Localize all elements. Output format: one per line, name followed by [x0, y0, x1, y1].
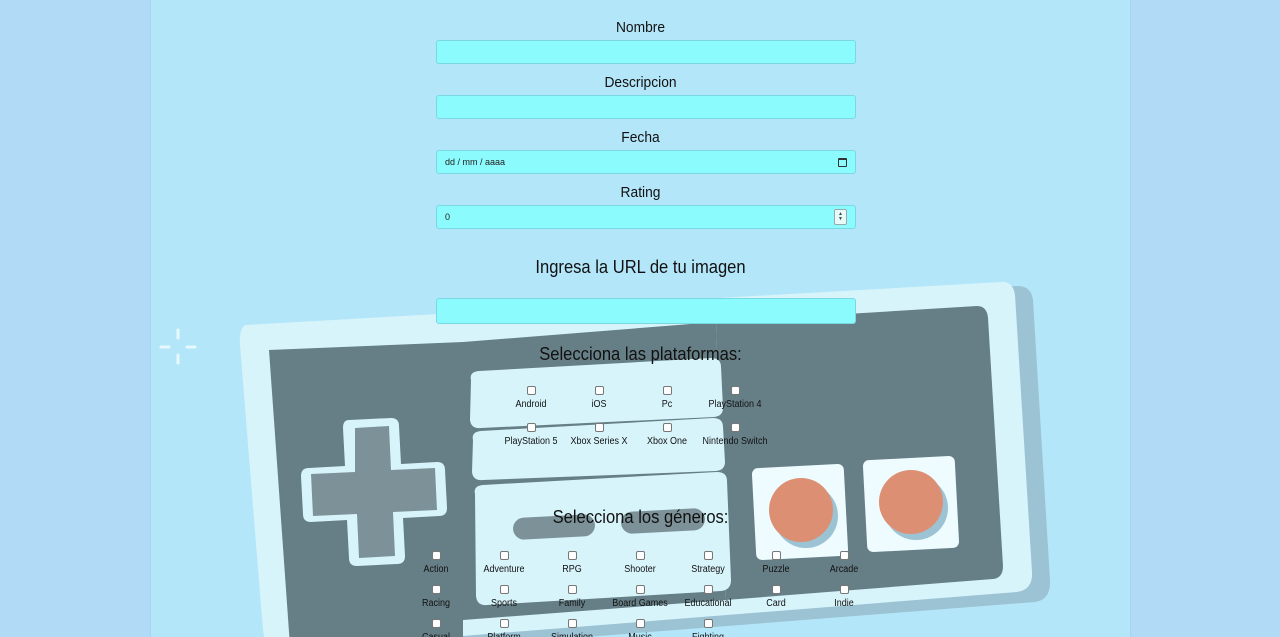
genre-option-indie: Indie	[799, 585, 889, 609]
genre-checkbox-shooter[interactable]	[635, 551, 645, 560]
genre-checkbox-platform[interactable]	[499, 619, 509, 628]
name-label: Nombre	[615, 19, 666, 36]
genre-checkbox-casual[interactable]	[431, 619, 441, 628]
genre-checkbox-family[interactable]	[567, 585, 577, 594]
platform-checkbox-pc[interactable]	[662, 386, 672, 395]
genre-checkbox-puzzle[interactable]	[771, 551, 781, 560]
calendar-icon[interactable]	[838, 157, 847, 167]
genre-checkbox-racing[interactable]	[431, 585, 441, 594]
date-placeholder: dd / mm / aaaa	[445, 157, 506, 167]
name-input[interactable]	[436, 40, 856, 64]
platform-label: Nintendo Switch	[702, 436, 768, 447]
platform-checkbox-nintendo-switch[interactable]	[730, 423, 740, 432]
genre-checkbox-music[interactable]	[635, 619, 645, 628]
image-url-heading: Ingresa la URL de tu imagen	[535, 257, 746, 277]
platform-checkbox-ios[interactable]	[594, 386, 604, 395]
genre-checkbox-strategy[interactable]	[703, 551, 713, 560]
image-url-input[interactable]	[436, 298, 856, 324]
genre-checkbox-arcade[interactable]	[839, 551, 849, 560]
platform-checkbox-android[interactable]	[526, 386, 536, 395]
rating-label: Rating	[620, 184, 661, 201]
genre-option-arcade: Arcade	[799, 551, 889, 575]
platform-checkbox-xbox-one[interactable]	[662, 423, 672, 432]
genre-checkbox-adventure[interactable]	[499, 551, 509, 560]
genre-checkbox-indie[interactable]	[839, 585, 849, 594]
date-label: Fecha	[621, 129, 660, 146]
genres-heading: Selecciona los géneros:	[552, 507, 729, 527]
description-label: Descripcion	[604, 74, 677, 91]
genre-option-fighting: Fighting	[663, 619, 753, 637]
platforms-heading: Selecciona las plataformas:	[539, 344, 742, 364]
date-input[interactable]: dd / mm / aaaa	[436, 150, 856, 174]
rating-value: 0	[445, 212, 451, 222]
platform-label: PlayStation 4	[708, 399, 762, 410]
genre-label: Arcade	[829, 564, 859, 575]
genre-checkbox-rpg[interactable]	[567, 551, 577, 560]
platform-checkbox-xbox-series-x[interactable]	[594, 423, 604, 432]
platform-checkbox-playstation-5[interactable]	[526, 423, 536, 432]
platform-option-nintendo-switch: Nintendo Switch	[690, 423, 780, 447]
genre-checkbox-action[interactable]	[431, 551, 441, 560]
description-input[interactable]	[436, 95, 856, 119]
genre-checkbox-educational[interactable]	[703, 585, 713, 594]
genre-label: Fighting	[668, 632, 749, 637]
genre-checkbox-fighting[interactable]	[703, 619, 713, 628]
genre-checkbox-sports[interactable]	[499, 585, 509, 594]
spinner-icon[interactable]: ▲ ▼	[834, 209, 847, 225]
genre-label: Indie	[834, 598, 854, 609]
genre-checkbox-card[interactable]	[771, 585, 781, 594]
platform-option-playstation-4: PlayStation 4	[690, 386, 780, 410]
rating-input[interactable]: 0 ▲ ▼	[436, 205, 856, 229]
form-panel: Nombre Descripcion Fecha dd / mm / aaaa …	[150, 0, 1131, 637]
platform-checkbox-playstation-4[interactable]	[730, 386, 740, 395]
genre-checkbox-board-games[interactable]	[635, 585, 645, 594]
genre-checkbox-simulation[interactable]	[567, 619, 577, 628]
